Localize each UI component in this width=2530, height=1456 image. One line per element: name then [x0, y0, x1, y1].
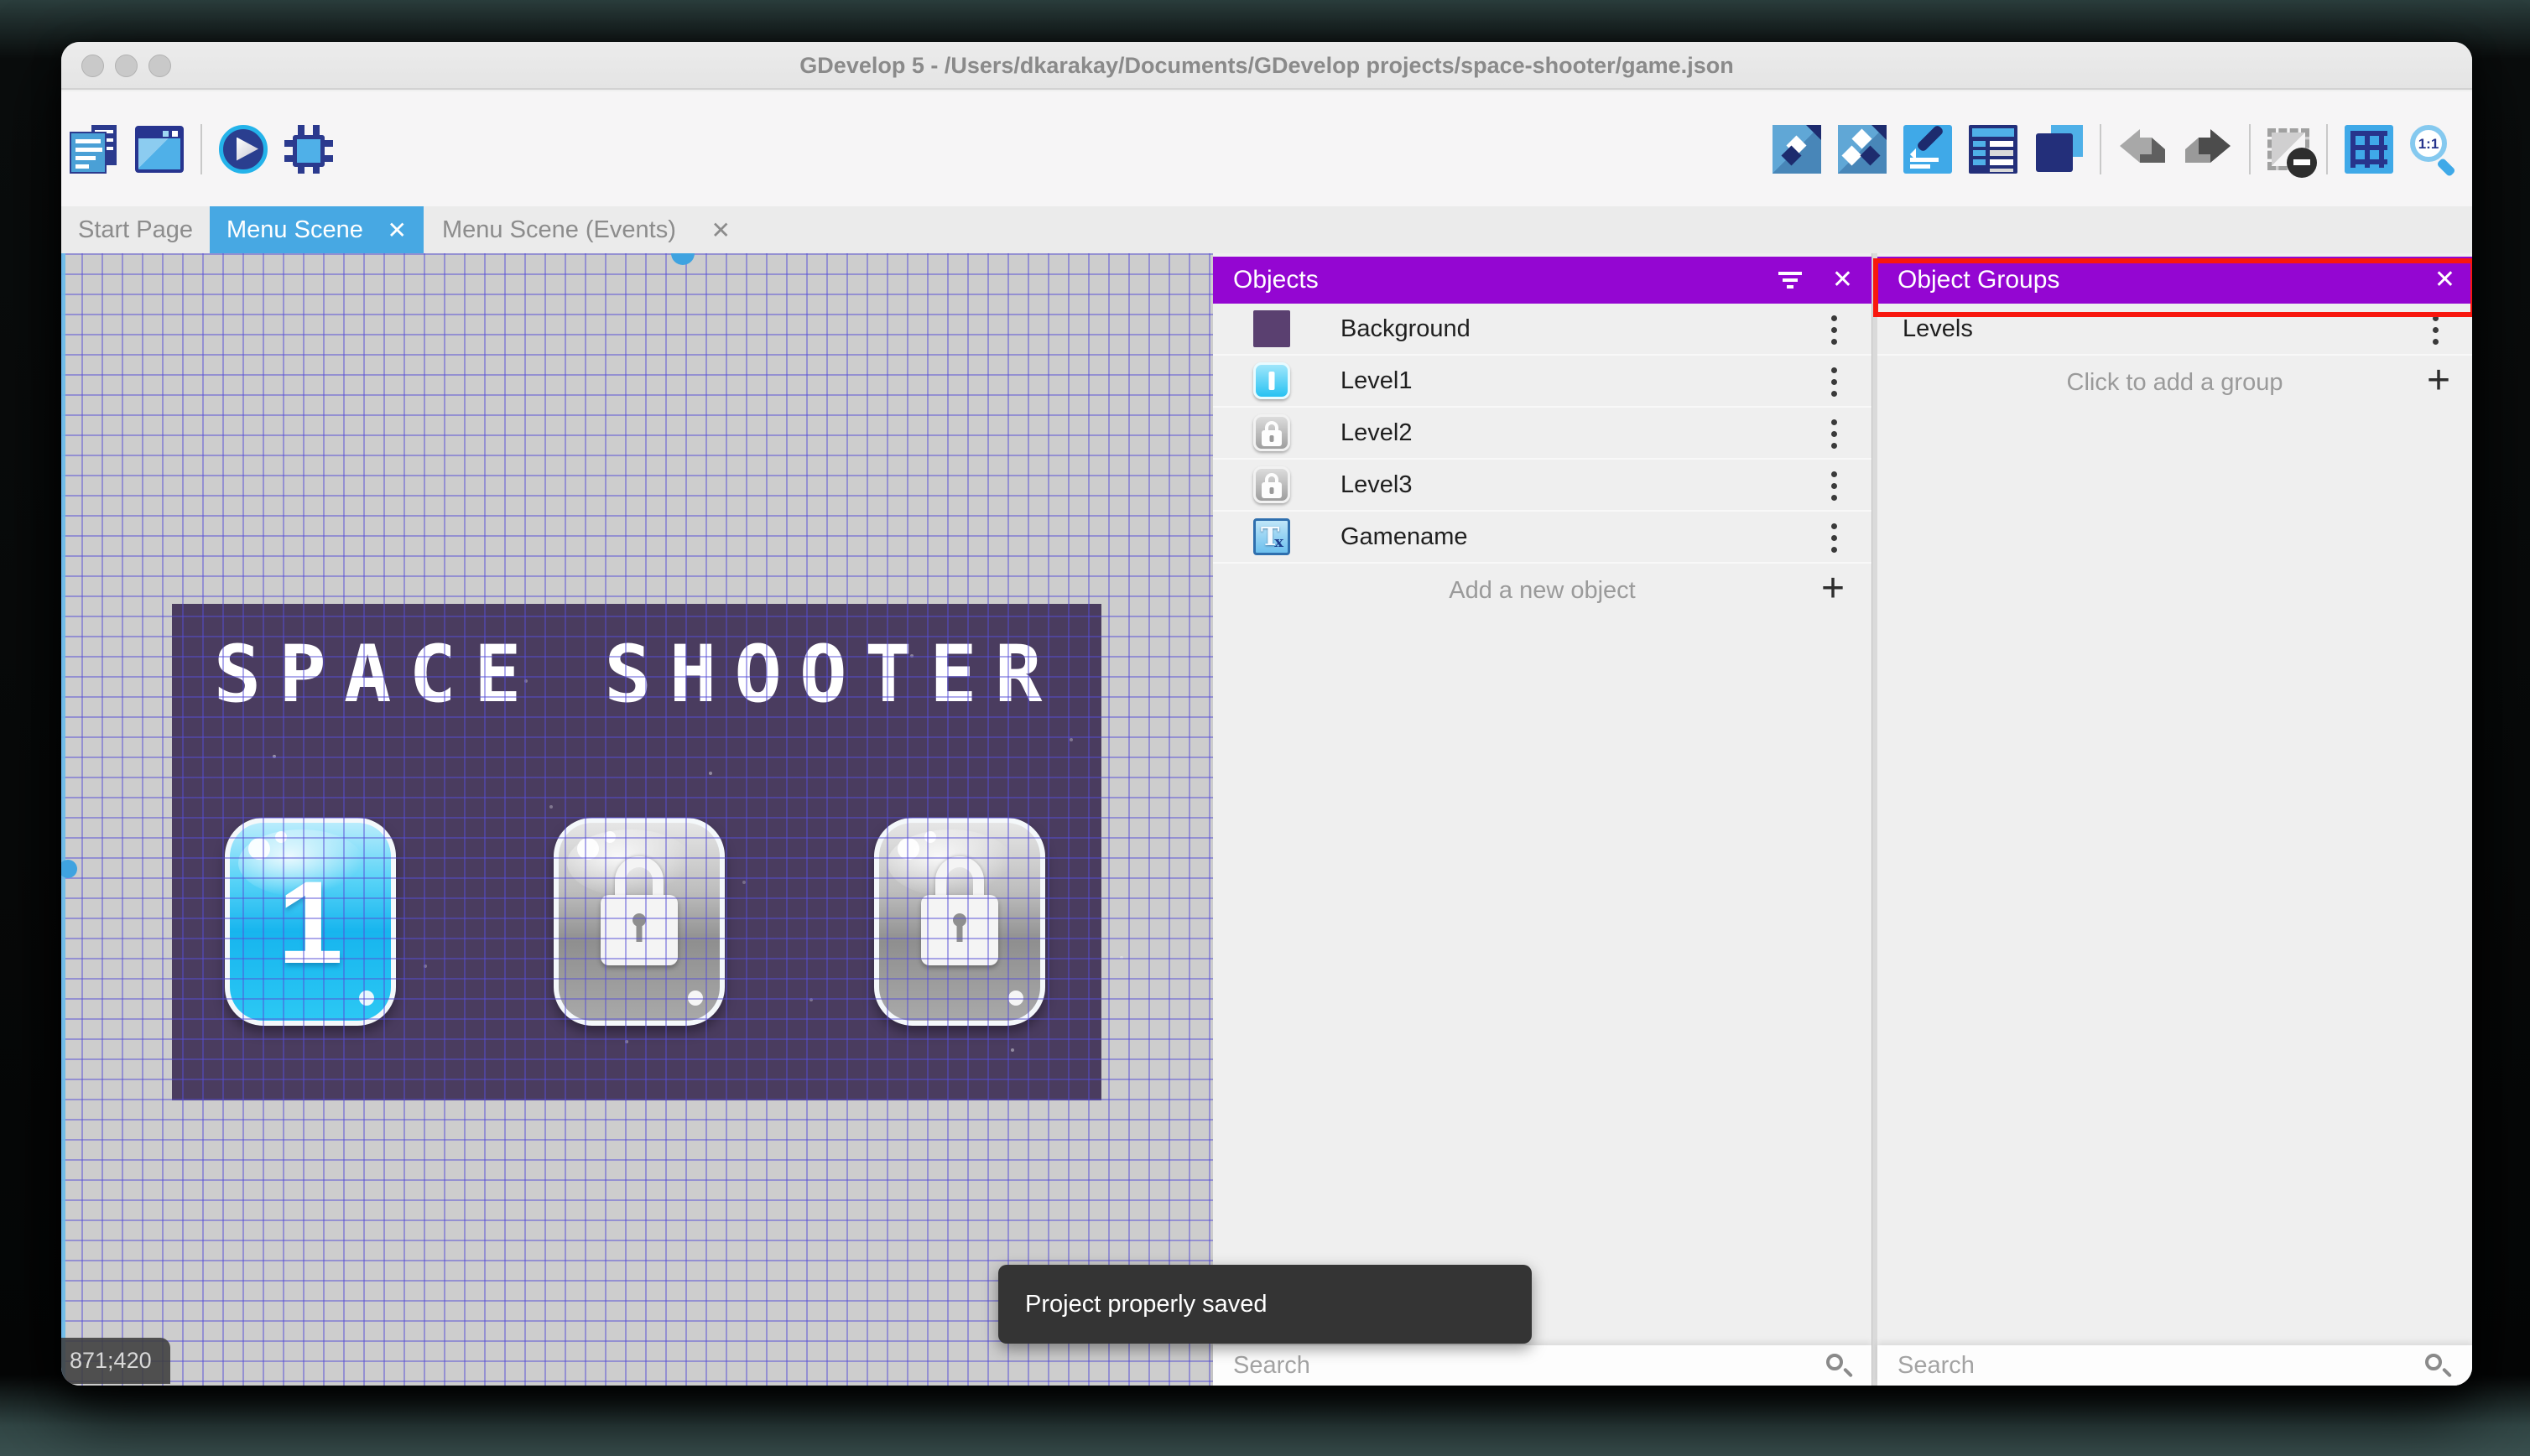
content-area: SPACE SHOOTER 1 871;420 Objects ✕ Backgr… [61, 253, 2472, 1386]
object-menu-icon[interactable] [1831, 379, 1837, 385]
horizontal-scrollbar-thumb[interactable] [671, 253, 695, 265]
vertical-scrollbar-thumb[interactable] [61, 860, 77, 878]
titlebar: GDevelop 5 - /Users/dkarakay/Documents/G… [61, 42, 2472, 90]
toolbar-separator [2326, 123, 2328, 174]
toolbar: 1:1 [61, 91, 2472, 206]
object-row-level2[interactable]: Level2 [1213, 408, 1871, 460]
group-menu-icon[interactable] [2433, 327, 2439, 333]
groups-panel-header: Object Groups ✕ [1877, 257, 2472, 304]
search-icon[interactable] [1826, 1354, 1854, 1378]
object-menu-icon[interactable] [1831, 535, 1837, 541]
tab-label: Menu Scene (Events) [442, 216, 676, 243]
project-manager-icon[interactable] [70, 124, 118, 174]
groups-search-input[interactable] [1898, 1345, 2314, 1386]
scene-stars [273, 755, 276, 758]
objects-list: Background Level1 Level2 Level3 T x Game… [1213, 304, 1871, 617]
play-icon[interactable] [219, 124, 268, 174]
tab-close-icon[interactable]: ✕ [711, 216, 731, 244]
cursor-coordinates: 871;420 [61, 1338, 170, 1384]
scene-canvas[interactable]: SPACE SHOOTER 1 871;420 [61, 253, 1213, 1386]
object-icon[interactable] [1773, 124, 1821, 174]
plus-icon[interactable]: + [2427, 357, 2450, 403]
object-row-level1[interactable]: Level1 [1213, 356, 1871, 408]
object-menu-icon[interactable] [1831, 327, 1837, 333]
tab-label: Menu Scene [226, 216, 363, 243]
level3-locked-button-object[interactable] [874, 818, 1045, 1026]
panel-divider[interactable] [1871, 253, 1877, 1386]
level2-locked-button-object[interactable] [554, 818, 725, 1026]
toolbar-separator [2249, 123, 2251, 174]
toolbar-separator [2100, 123, 2101, 174]
tab-start-page[interactable]: Start Page [61, 206, 210, 253]
objects-panel-title: Objects [1233, 266, 1319, 294]
add-object-row[interactable]: Add a new object + [1213, 564, 1871, 617]
window-title: GDevelop 5 - /Users/dkarakay/Documents/G… [799, 53, 1734, 78]
plus-icon[interactable]: + [1821, 565, 1845, 611]
tab-label: Start Page [77, 216, 194, 243]
padlock-icon [918, 856, 1002, 982]
objects-panel: Objects ✕ Background Level1 Level2 Level… [1213, 253, 1871, 1386]
add-group-row[interactable]: Click to add a group + [1877, 356, 2472, 409]
object-row-gamename[interactable]: Tx Gamename [1213, 512, 1871, 564]
edit-scene-properties-icon[interactable] [1903, 123, 1952, 174]
groups-panel-title: Object Groups [1898, 266, 2060, 294]
object-menu-icon[interactable] [1831, 483, 1837, 489]
close-icon[interactable]: ✕ [1832, 257, 1853, 304]
grid-icon[interactable] [2345, 124, 2393, 174]
groups-search-bar [1877, 1345, 2472, 1386]
toolbar-separator [200, 123, 202, 174]
redo-icon[interactable] [2184, 127, 2232, 171]
tab-close-icon[interactable]: ✕ [388, 216, 407, 244]
objects-group-icon[interactable] [1838, 124, 1887, 174]
text-object-thumbnail: Tx [1253, 518, 1290, 555]
background-thumbnail [1253, 310, 1290, 347]
group-row-levels[interactable]: Levels [1877, 304, 2472, 356]
scene-title-text[interactable]: SPACE SHOOTER [214, 629, 1060, 720]
layers-list-icon[interactable] [1969, 124, 2017, 174]
padlock-icon [597, 856, 681, 982]
object-row-background[interactable]: Background [1213, 304, 1871, 356]
toast-notification: Project properly saved [998, 1265, 1532, 1344]
object-row-level3[interactable]: Level3 [1213, 460, 1871, 512]
instances-icon[interactable] [2034, 124, 2083, 174]
mask-icon[interactable] [2267, 127, 2317, 178]
scene-editor-icon[interactable] [135, 125, 184, 173]
locked-button-thumbnail [1253, 414, 1290, 451]
zoom-1-1-icon[interactable]: 1:1 [2410, 124, 2459, 177]
level1-button-thumbnail [1253, 362, 1290, 399]
object-groups-panel: Object Groups ✕ Levels Click to add a gr… [1877, 253, 2472, 1386]
tab-bar: Start Page Menu Scene ✕ Menu Scene (Even… [61, 206, 2472, 253]
undo-icon[interactable] [2118, 127, 2167, 171]
toolbar-right: 1:1 [1773, 123, 2472, 178]
objects-search-input[interactable] [1233, 1345, 1694, 1386]
debugger-icon[interactable] [284, 124, 333, 174]
scene-background-object[interactable]: SPACE SHOOTER 1 [172, 604, 1101, 1100]
object-menu-icon[interactable] [1831, 431, 1837, 437]
objects-search-bar [1213, 1345, 1871, 1386]
close-icon[interactable]: ✕ [2434, 257, 2455, 304]
tab-menu-scene[interactable]: Menu Scene ✕ [210, 206, 424, 253]
tab-menu-scene-events[interactable]: Menu Scene (Events) ✕ [424, 206, 751, 253]
gdevelop-window: GDevelop 5 - /Users/dkarakay/Documents/G… [61, 42, 2472, 1386]
toolbar-left [61, 123, 333, 174]
groups-list: Levels Click to add a group + [1877, 304, 2472, 409]
search-icon[interactable] [2425, 1354, 2453, 1378]
objects-panel-header: Objects ✕ [1213, 257, 1871, 304]
filter-icon[interactable] [1778, 268, 1803, 292]
level1-button-object[interactable]: 1 [225, 818, 396, 1026]
locked-button-thumbnail [1253, 466, 1290, 503]
vertical-scrollbar-track[interactable] [61, 253, 65, 1386]
